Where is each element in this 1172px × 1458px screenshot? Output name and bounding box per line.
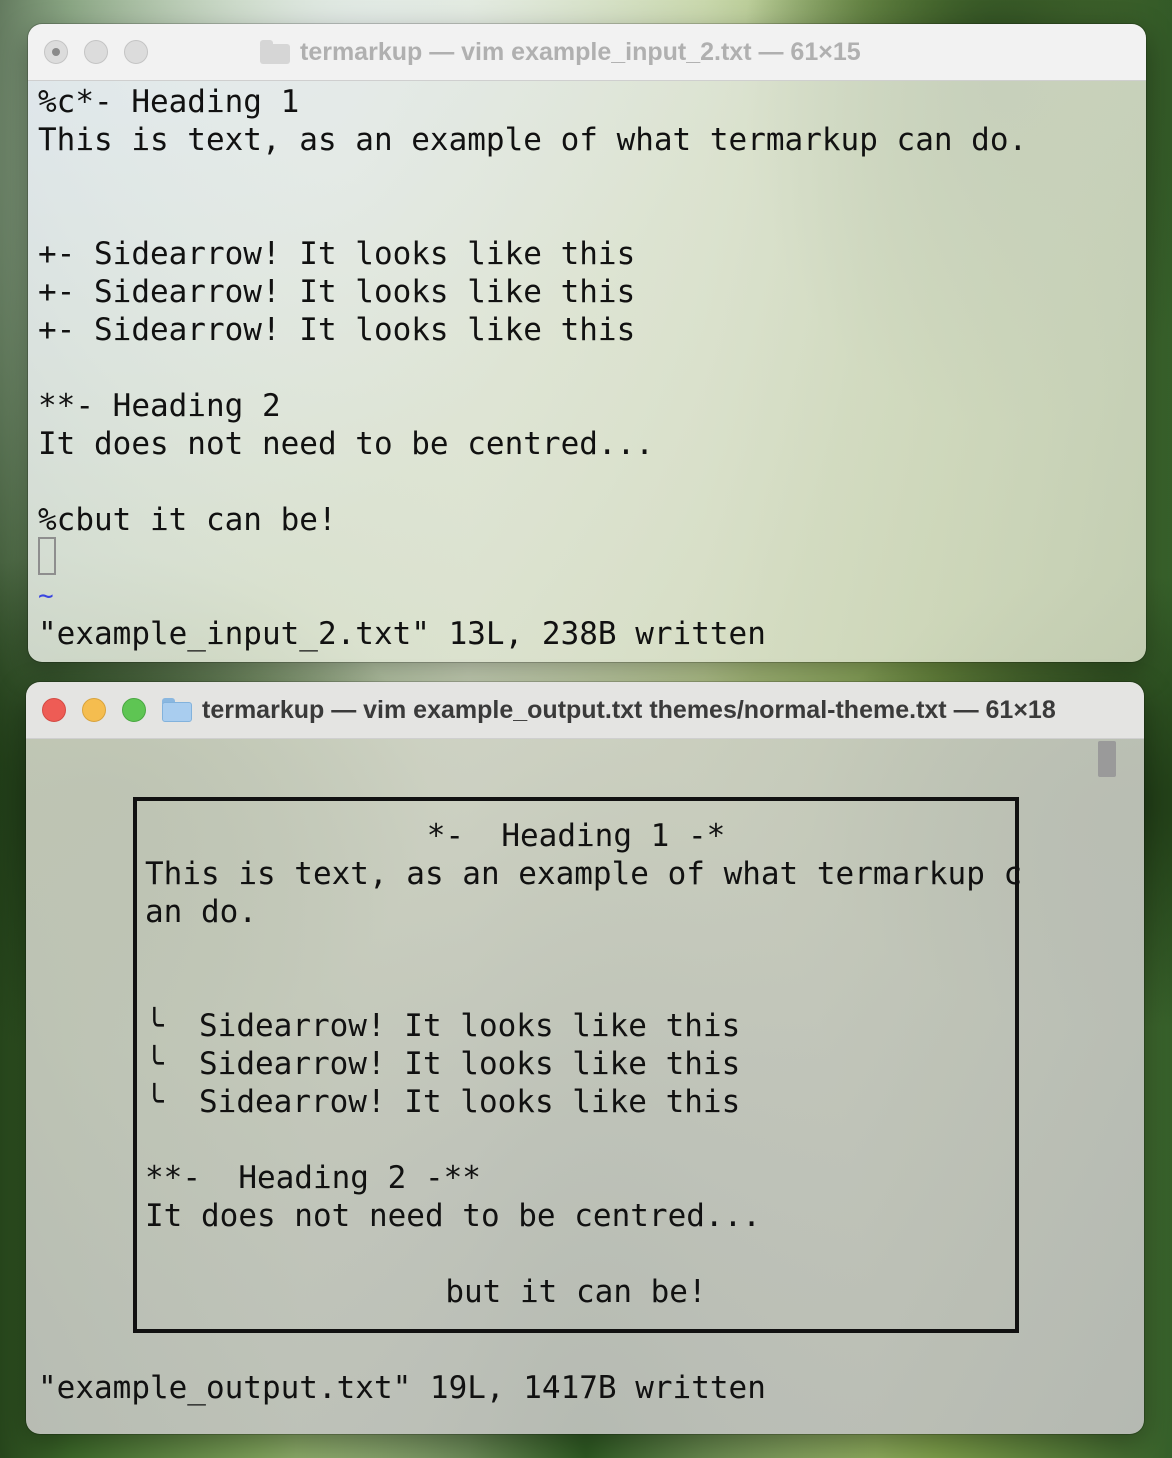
window-title-text: termarkup — vim example_output.txt theme… xyxy=(202,695,1056,724)
rendered-box: *- Heading 1 -* This is text, as an exam… xyxy=(133,797,1023,1333)
sidearrow-text: Sidearrow! It looks like this xyxy=(199,1008,741,1044)
zoom-button[interactable] xyxy=(124,40,148,64)
minimize-button[interactable] xyxy=(84,40,108,64)
terminal-content[interactable]: *- Heading 1 -* This is text, as an exam… xyxy=(26,739,1144,1434)
status-line: "example_output.txt" 19L, 1417B written xyxy=(38,1370,766,1406)
terminal-content[interactable]: %c*- Heading 1 This is text, as an examp… xyxy=(28,81,1146,662)
text-line: It does not need to be centred... xyxy=(38,426,654,462)
folder-icon xyxy=(260,40,290,64)
window-title-text: termarkup — vim example_input_2.txt — 61… xyxy=(300,37,861,66)
text-line: %c*- Heading 1 xyxy=(38,84,300,120)
terminal-window-input[interactable]: termarkup — vim example_input_2.txt — 61… xyxy=(28,24,1146,662)
sidearrow-icon: ╰ xyxy=(145,1046,164,1082)
sidearrow-text: Sidearrow! It looks like this xyxy=(199,1084,741,1120)
text-line: This is text, as an example of what term… xyxy=(145,856,1023,892)
window-title: termarkup — vim example_input_2.txt — 61… xyxy=(260,24,861,80)
empty-line-tilde: ~ xyxy=(38,581,54,611)
text-line: an do. xyxy=(145,894,257,930)
heading-1: *- Heading 1 -* xyxy=(426,818,726,854)
text-line: This is text, as an example of what term… xyxy=(38,122,1028,158)
close-button[interactable] xyxy=(44,40,68,64)
close-button[interactable] xyxy=(42,698,66,722)
titlebar[interactable]: termarkup — vim example_output.txt theme… xyxy=(26,682,1144,739)
sidearrow-line: ╰ Sidearrow! It looks like this xyxy=(145,1045,740,1083)
text-cursor xyxy=(38,537,56,575)
folder-icon xyxy=(162,698,192,722)
sidearrow-text: Sidearrow! It looks like this xyxy=(199,1046,741,1082)
centered-text: but it can be! xyxy=(445,1274,707,1310)
text-line: It does not need to be centred... xyxy=(145,1198,761,1234)
sidearrow-icon: ╰ xyxy=(145,1084,164,1120)
text-line: **- Heading 2 xyxy=(38,388,281,424)
status-line: "example_input_2.txt" 13L, 238B written xyxy=(38,616,766,652)
heading-2: **- Heading 2 -** xyxy=(145,1160,481,1196)
minimize-button[interactable] xyxy=(82,698,106,722)
text-line: +- Sidearrow! It looks like this xyxy=(38,236,636,272)
text-line: +- Sidearrow! It looks like this xyxy=(38,312,636,348)
sidearrow-line: ╰ Sidearrow! It looks like this xyxy=(145,1083,740,1121)
text-line: %cbut it can be! xyxy=(38,502,337,538)
scrollbar-thumb[interactable] xyxy=(1098,741,1116,777)
terminal-window-output[interactable]: termarkup — vim example_output.txt theme… xyxy=(26,682,1144,1434)
text-line: +- Sidearrow! It looks like this xyxy=(38,274,636,310)
titlebar[interactable]: termarkup — vim example_input_2.txt — 61… xyxy=(28,24,1146,81)
zoom-button[interactable] xyxy=(122,698,146,722)
sidearrow-icon: ╰ xyxy=(145,1008,164,1044)
sidearrow-line: ╰ Sidearrow! It looks like this xyxy=(145,1007,740,1045)
window-title: termarkup — vim example_output.txt theme… xyxy=(162,682,1056,738)
